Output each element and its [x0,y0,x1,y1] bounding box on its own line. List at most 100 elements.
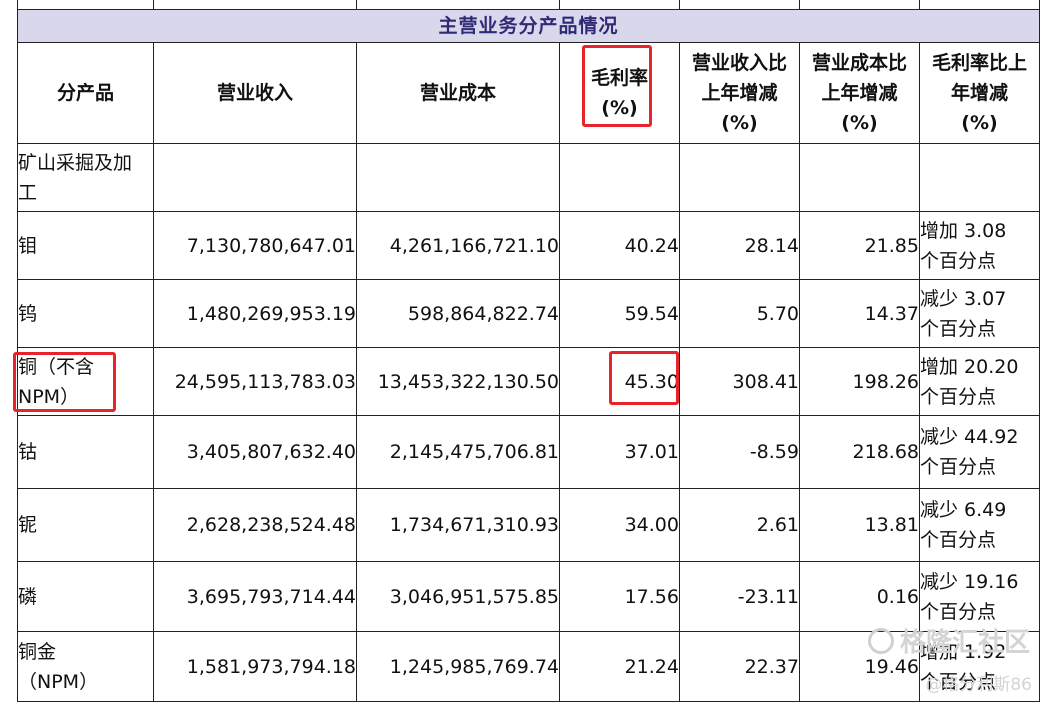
table-row: 铌 2,628,238,524.48 1,734,671,310.93 34.00 2.… [17,488,1040,562]
margin-change-line: 增加 3.08 [920,219,1007,242]
revenue-cell: 24,595,113,783.03 [153,347,357,416]
margin-cell: 40.24 [559,211,680,280]
product-name-cell: 磷 [17,561,154,632]
cost-change-cell: 0.16 [799,561,920,632]
header-cost-change-line: 营业成本比 [811,52,907,74]
product-name-cell: 铌 [17,488,154,562]
table-row: 铜金 （NPM） 1,581,973,794.18 1,245,985,769.74 2… [17,631,1040,702]
margin-cell: 37.01 [559,415,680,489]
margin-change-line: 个百分点 [920,600,997,623]
cost-cell: 2,145,475,706.81 [356,415,560,489]
header-margin-line: 毛利率 [590,67,648,89]
revenue-cell: 7,130,780,647.01 [153,211,357,280]
table-row: 钼 7,130,780,647.01 4,261,166,721.10 40.24 28… [17,211,1040,280]
margin-cell: 59.54 [559,279,680,348]
margin-change-cell: 增加 1.92 个百分点 [919,631,1040,702]
margin-change-line: 个百分点 [920,529,997,551]
cost-change-cell: 198.26 [799,347,920,416]
product-name-line: （NPM） [18,670,99,693]
product-name-line: 铜（不含 [18,355,95,378]
header-margin: 毛利率 (%) [559,42,680,144]
table-top-stub-row [17,0,1040,10]
revenue-change-cell: 28.14 [679,211,800,280]
cost-cell: 3,046,951,575.85 [356,561,560,632]
table-title-row: 主营业务分产品情况 [17,9,1040,43]
header-margin-change-line: 年增减 [950,82,1008,104]
table-header-row: 分产品 营业收入 营业成本 毛利率 (%) 营业收入比 上年增减 (%) 营业成… [17,42,1040,144]
table-row: 磷 3,695,793,714.44 3,046,951,575.85 17.56 -2… [17,561,1040,632]
revenue-cell: 3,695,793,714.44 [153,561,357,632]
header-margin-line: (%) [601,97,638,119]
product-name-cell: 钼 [17,211,154,280]
margin-change-line: 个百分点 [920,317,997,340]
header-cost-change-line: 上年增减 [821,82,898,104]
header-product: 分产品 [17,42,154,144]
margin-change-line: 个百分点 [920,456,997,478]
header-revenue-change-line: 营业收入比 [691,52,787,74]
revenue-change-cell: 22.37 [679,631,800,702]
product-name-cell: 钨 [17,279,154,348]
revenue-cell: 3,405,807,632.40 [153,415,357,489]
table-row: 铜（不含 NPM） 24,595,113,783.03 13,453,322,130.… [17,347,1040,416]
revenue-cell: 1,581,973,794.18 [153,631,357,702]
table-title: 主营业务分产品情况 [17,9,1040,43]
product-name-line: 钨 [18,302,38,325]
cost-change-cell: 14.37 [799,279,920,348]
product-name-line: 铜金 [18,640,57,663]
margin-change-line: 减少 44.92 [920,426,1019,448]
product-name-line: NPM） [18,385,80,408]
header-revenue: 营业收入 [153,42,357,144]
revenue-change-cell: -8.59 [679,415,800,489]
header-margin-change-line: 毛利率比上 [931,52,1027,74]
cost-change-cell: 13.81 [799,488,920,562]
margin-change-cell: 增加 3.08 个百分点 [919,211,1040,280]
margin-change-line: 减少 6.49 [920,499,1007,521]
margin-change-cell: 增加 20.20 个百分点 [919,347,1040,416]
header-revenue-change-line: 上年增减 [701,82,778,104]
product-name-cell: 钴 [17,415,154,489]
margin-cell: 21.24 [559,631,680,702]
margin-change-line: 减少 19.16 [920,570,1019,593]
margin-change-line: 个百分点 [920,385,997,408]
table-row: 钴 3,405,807,632.40 2,145,475,706.81 37.01 -8… [17,415,1040,489]
margin-change-line: 减少 3.07 [920,287,1007,310]
cost-cell: 1,245,985,769.74 [356,631,560,702]
header-cost-change-line: (%) [841,112,878,134]
product-name-cell: 铜（不含 NPM） [17,347,154,416]
product-name-line: 钼 [18,234,38,257]
section-row: 矿山采掘及加 工 [17,143,1040,212]
header-cost-change: 营业成本比 上年增减 (%) [799,42,920,144]
cost-change-cell: 21.85 [799,211,920,280]
product-name-line: 钴 [18,441,38,463]
margin-change-cell: 减少 3.07 个百分点 [919,279,1040,348]
section-label: 矿山采掘及加 工 [17,143,154,212]
header-margin-change: 毛利率比上 年增减 (%) [919,42,1040,144]
revenue-cell: 2,628,238,524.48 [153,488,357,562]
revenue-change-cell: 2.61 [679,488,800,562]
cost-cell: 598,864,822.74 [356,279,560,348]
product-name-cell: 铜金 （NPM） [17,631,154,702]
page: 主营业务分产品情况 分产品 营业收入 营业成本 毛利率 (%) 营业收入比 上年… [0,0,1052,706]
product-name-line: 铌 [18,514,38,536]
margin-change-line: 个百分点 [920,670,997,693]
revenue-change-cell: 5.70 [679,279,800,348]
margin-change-cell: 减少 19.16 个百分点 [919,561,1040,632]
header-revenue-change-line: (%) [721,112,758,134]
table-row: 钨 1,480,269,953.19 598,864,822.74 59.54 5.70… [17,279,1040,348]
product-name-line: 磷 [18,585,38,608]
margin-change-line: 增加 1.92 [920,640,1007,663]
margin-cell: 34.00 [559,488,680,562]
cost-change-cell: 19.46 [799,631,920,702]
cost-cell: 13,453,322,130.50 [356,347,560,416]
revenue-cell: 1,480,269,953.19 [153,279,357,348]
revenue-change-cell: 308.41 [679,347,800,416]
margin-change-cell: 减少 6.49 个百分点 [919,488,1040,562]
cost-cell: 4,261,166,721.10 [356,211,560,280]
header-margin-change-line: (%) [961,112,998,134]
margin-cell: 45.30 [559,347,680,416]
header-cost: 营业成本 [356,42,560,144]
revenue-change-cell: -23.11 [679,561,800,632]
product-revenue-table: 主营业务分产品情况 分产品 营业收入 营业成本 毛利率 (%) 营业收入比 上年… [17,0,1040,702]
section-label-line: 工 [18,182,38,204]
margin-cell: 17.56 [559,561,680,632]
